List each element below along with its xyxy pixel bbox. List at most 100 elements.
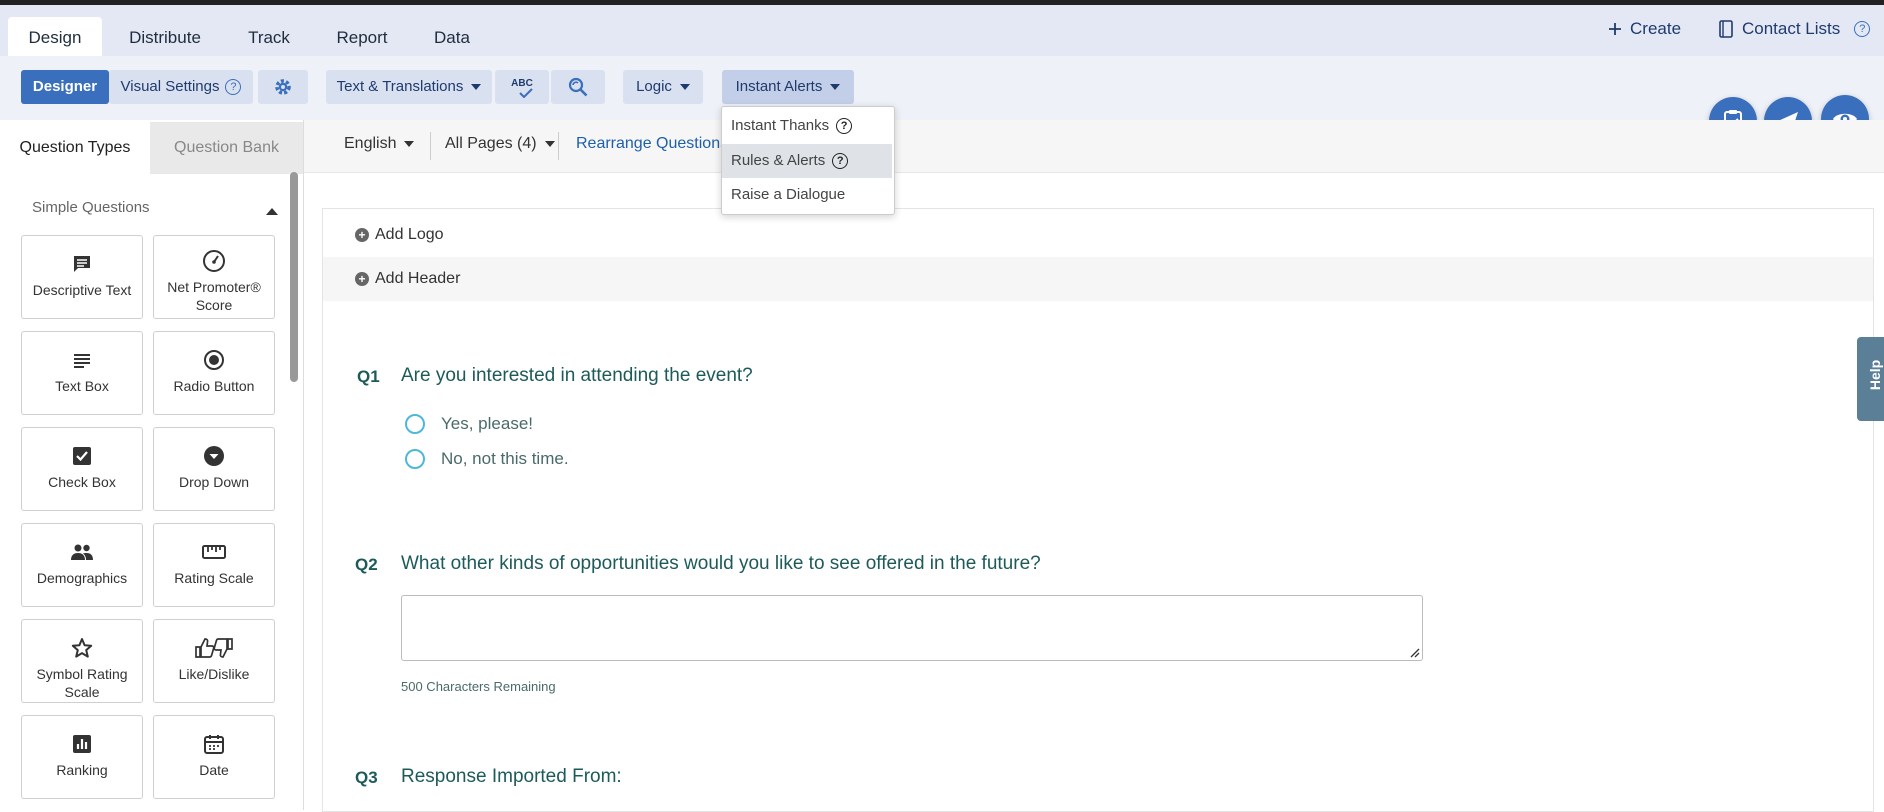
question-text[interactable]: What other kinds of opportunities would … <box>401 553 1041 575</box>
radio-option[interactable]: Yes, please! <box>405 414 533 434</box>
text-translations-dropdown[interactable]: Text & Translations <box>326 70 492 104</box>
add-header-label: Add Header <box>375 270 461 287</box>
create-button[interactable]: Create <box>1608 19 1681 39</box>
radio-icon <box>204 350 224 370</box>
option-label: Yes, please! <box>441 414 533 433</box>
qtype-label: Radio Button <box>173 378 255 394</box>
chevron-down-icon <box>404 140 415 147</box>
qtype-text-box[interactable]: Text Box <box>21 331 143 415</box>
qtype-drop-down[interactable]: Drop Down <box>153 427 275 511</box>
resize-handle-icon[interactable] <box>1408 646 1420 658</box>
find-replace-button[interactable] <box>551 70 605 104</box>
question-text[interactable]: Are you interested in attending the even… <box>401 365 753 387</box>
answer-textarea[interactable] <box>401 595 1423 661</box>
question-number: Q3 <box>355 768 378 787</box>
contact-lists-label: Contact Lists <box>1742 19 1841 38</box>
help-icon[interactable]: ? <box>1854 21 1871 37</box>
help-tab-label: Help <box>1867 359 1884 391</box>
help-icon[interactable]: ? <box>832 153 849 169</box>
add-logo-label: Add Logo <box>375 226 444 243</box>
tab-question-bank[interactable]: Question Bank <box>150 122 303 174</box>
help-side-tab[interactable]: Help <box>1857 337 1884 421</box>
lines-icon <box>74 354 90 368</box>
spellcheck-button[interactable]: ABC <box>495 70 549 104</box>
qtype-check-box[interactable]: Check Box <box>21 427 143 511</box>
help-icon[interactable]: ? <box>836 118 853 134</box>
chevron-down-icon <box>830 84 841 91</box>
qtype-radio-button[interactable]: Radio Button <box>153 331 275 415</box>
logic-label: Logic <box>636 78 672 95</box>
question-text[interactable]: Response Imported From: <box>401 766 622 788</box>
radio-option[interactable]: No, not this time. <box>405 449 569 469</box>
chart-icon <box>73 735 91 753</box>
menu-item-label: Instant Thanks <box>731 117 830 134</box>
qtype-label: Ranking <box>56 762 108 778</box>
tab-data[interactable]: Data <box>424 17 480 61</box>
option-label: No, not this time. <box>441 449 569 468</box>
rearrange-questions-link[interactable]: Rearrange Questions <box>576 135 728 153</box>
designer-button[interactable]: Designer <box>21 70 109 104</box>
tab-track[interactable]: Track <box>236 17 302 61</box>
text-translations-label: Text & Translations <box>336 78 464 95</box>
ruler-icon <box>202 545 226 559</box>
menu-item-instant-thanks[interactable]: Instant Thanks? <box>722 109 892 143</box>
gear-icon <box>275 79 291 95</box>
language-dropdown[interactable]: English <box>344 135 415 153</box>
people-icon <box>71 544 93 560</box>
menu-item-rules-alerts[interactable]: Rules & Alerts? <box>722 144 892 178</box>
help-icon[interactable]: ? <box>225 79 242 96</box>
address-book-icon <box>1719 20 1733 38</box>
language-label: English <box>344 135 397 152</box>
qtype-descriptive-text[interactable]: Descriptive Text <box>21 235 143 319</box>
qtype-label: Drop Down <box>178 474 250 490</box>
checkbox-icon <box>73 447 91 465</box>
qtype-rating-scale[interactable]: Rating Scale <box>153 523 275 607</box>
radio-icon[interactable] <box>405 414 425 434</box>
qtype-demographics[interactable]: Demographics <box>21 523 143 607</box>
tab-design[interactable]: Design <box>8 17 102 61</box>
sidebar-scrollbar[interactable] <box>290 172 298 382</box>
design-toolbar: Designer Visual Settings? Text & Transla… <box>0 56 1884 120</box>
tab-question-types[interactable]: Question Types <box>0 122 150 174</box>
divider <box>558 132 559 160</box>
qtype-like-dislike[interactable]: Like/Dislike <box>153 619 275 703</box>
qtype-label: Date <box>199 762 229 778</box>
settings-button[interactable] <box>258 70 308 104</box>
add-header-button[interactable]: + Add Header <box>323 257 1873 301</box>
survey-options-bar: English All Pages (4) Rearrange Question… <box>304 120 1884 173</box>
radio-icon[interactable] <box>405 449 425 469</box>
qtype-symbol-rating-scale[interactable]: Symbol Rating Scale <box>21 619 143 703</box>
menu-item-raise-dialogue[interactable]: Raise a Dialogue <box>722 178 892 212</box>
qtype-label: Symbol Rating Scale <box>36 666 128 700</box>
qtype-net-promoter-score[interactable]: Net Promoter® Score <box>153 235 275 319</box>
logic-dropdown[interactable]: Logic <box>623 70 703 104</box>
tab-distribute[interactable]: Distribute <box>116 17 214 61</box>
question-number: Q2 <box>355 555 378 574</box>
search-refresh-icon <box>568 77 588 97</box>
instant-alerts-label: Instant Alerts <box>735 78 823 95</box>
dropdown-icon <box>204 446 224 466</box>
menu-item-label: Raise a Dialogue <box>731 186 846 203</box>
add-logo-button[interactable]: + Add Logo <box>323 213 1873 257</box>
instant-alerts-menu: Instant Thanks? Rules & Alerts? Raise a … <box>721 106 895 215</box>
pages-dropdown[interactable]: All Pages (4) <box>445 135 555 153</box>
menu-item-label: Rules & Alerts <box>731 152 826 169</box>
gauge-icon <box>203 250 225 272</box>
qtype-ranking[interactable]: Ranking <box>21 715 143 799</box>
qtype-label: Like/Dislike <box>178 666 250 682</box>
divider <box>430 132 431 160</box>
contact-lists-button[interactable]: Contact Lists ? <box>1718 19 1871 39</box>
chevron-down-icon <box>544 140 555 147</box>
comment-icon <box>74 256 90 272</box>
visual-settings-button[interactable]: Visual Settings? <box>109 70 253 104</box>
chevron-up-icon[interactable] <box>266 208 278 215</box>
qtype-date[interactable]: Date <box>153 715 275 799</box>
instant-alerts-dropdown[interactable]: Instant Alerts <box>722 70 854 104</box>
qtype-label: Demographics <box>36 570 128 586</box>
star-icon <box>71 638 93 658</box>
chevron-down-icon <box>679 84 690 91</box>
main-nav: Design Distribute Track Report Data Crea… <box>0 5 1884 61</box>
plus-icon <box>1609 23 1621 35</box>
tab-report[interactable]: Report <box>324 17 400 61</box>
visual-settings-label: Visual Settings <box>120 78 220 95</box>
